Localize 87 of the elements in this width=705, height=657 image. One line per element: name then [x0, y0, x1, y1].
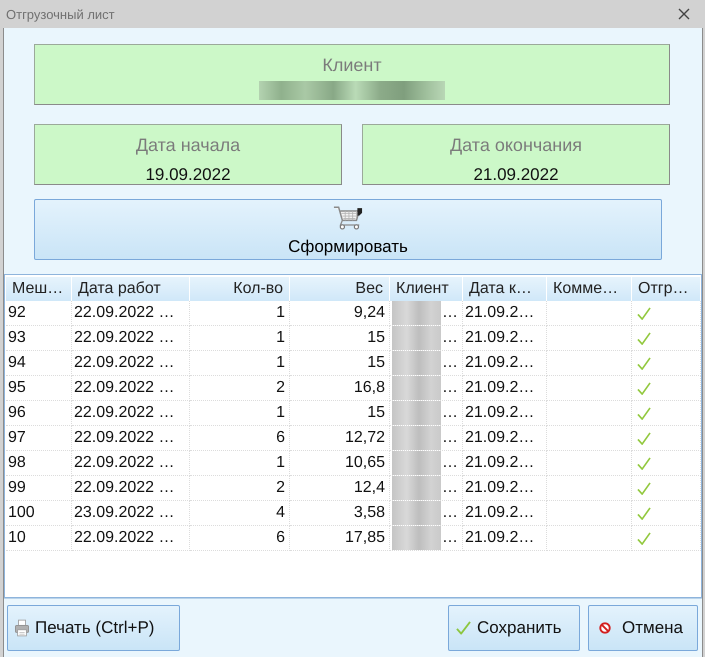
column-header[interactable]: Комме…: [547, 277, 632, 301]
column-header[interactable]: Меш…: [6, 277, 72, 301]
table-cell: 22.09.2022 …: [74, 454, 175, 472]
table-cell: …: [442, 454, 458, 472]
table-cell: 22.09.2022 …: [74, 379, 175, 397]
table-cell: 93: [8, 329, 26, 347]
table-cell: 21.09.2…: [465, 504, 534, 522]
table-cell: …: [442, 379, 458, 397]
date-label: Дата начала: [136, 135, 240, 155]
table-cell: 1: [276, 404, 285, 422]
printer-icon: [15, 619, 29, 637]
table-cell: 15: [367, 329, 385, 347]
table-cell: 1: [276, 454, 285, 472]
table-cell: 22.09.2022 …: [74, 529, 175, 547]
table-cell: 22.09.2022 …: [74, 304, 175, 322]
table-cell: 99: [8, 479, 26, 497]
table-cell: 21.09.2…: [465, 429, 534, 447]
date-panel[interactable]: Дата начала 19.09.2022: [34, 124, 342, 185]
checkmark-icon: [456, 621, 471, 635]
table-cell: 23.09.2022 …: [74, 504, 175, 522]
table-cell: 100: [8, 504, 35, 522]
table-cell: …: [442, 354, 458, 372]
save-button[interactable]: Сохранить: [448, 605, 580, 651]
date-value: 19.09.2022: [145, 165, 231, 185]
table-cell: 2: [276, 479, 285, 497]
client-panel[interactable]: Клиент: [34, 44, 670, 105]
table-cell: …: [442, 329, 458, 347]
table-cell: 21.09.2…: [465, 529, 534, 547]
table-cell: 12,72: [344, 429, 385, 447]
print-button[interactable]: Печать (Ctrl+P): [7, 605, 180, 651]
table-cell: 16,8: [354, 379, 385, 397]
table-cell: 6: [276, 429, 285, 447]
table-cell: 10: [8, 529, 26, 547]
table-cell: 12,4: [354, 479, 385, 497]
table-cell: 10,65: [344, 454, 385, 472]
date-panel[interactable]: Дата окончания 21.09.2022: [362, 124, 670, 185]
table-cell: 97: [8, 429, 26, 447]
table-cell: …: [442, 504, 458, 522]
table-cell: 98: [8, 454, 26, 472]
date-value: 21.09.2022: [473, 165, 559, 185]
table-cell: 1: [276, 304, 285, 322]
table-cell: 9,24: [354, 304, 385, 322]
table-cell: 22.09.2022 …: [74, 479, 175, 497]
close-button[interactable]: [677, 7, 691, 21]
form-button[interactable]: Сформировать: [34, 199, 662, 260]
table-cell: 22.09.2022 …: [74, 329, 175, 347]
table-cell: 17,85: [344, 529, 385, 547]
table-cell: 21.09.2…: [465, 404, 534, 422]
column-header[interactable]: Дата работ: [72, 277, 190, 301]
window-title: Отгрузочный лист: [6, 6, 115, 22]
table-cell: 2: [276, 379, 285, 397]
cancel-button[interactable]: Отмена: [588, 605, 698, 651]
table-cell: 4: [276, 504, 285, 522]
table-cell: 6: [276, 529, 285, 547]
table-cell: 22.09.2022 …: [74, 404, 175, 422]
table-cell: 21.09.2…: [465, 379, 534, 397]
column-header[interactable]: Дата к…: [463, 277, 547, 301]
no-entry-icon: [599, 622, 611, 634]
table-cell: 21.09.2…: [465, 354, 534, 372]
table-cell: 95: [8, 379, 26, 397]
table-cell: …: [442, 529, 458, 547]
column-header[interactable]: Отгр…: [632, 277, 701, 301]
table-cell: …: [442, 429, 458, 447]
date-label: Дата окончания: [450, 135, 582, 155]
table-cell: 96: [8, 404, 26, 422]
table-cell: 21.09.2…: [465, 454, 534, 472]
table-cell: 15: [367, 354, 385, 372]
column-header[interactable]: Клиент: [390, 277, 463, 301]
table-cell: 21.09.2…: [465, 479, 534, 497]
table-cell: 22.09.2022 …: [74, 429, 175, 447]
table-cell: …: [442, 404, 458, 422]
client-label: Клиент: [322, 55, 382, 75]
table-cell: …: [442, 304, 458, 322]
column-header[interactable]: Вес: [290, 277, 390, 301]
table-cell: 21.09.2…: [465, 304, 534, 322]
close-icon: [678, 8, 690, 20]
shopping-cart-icon: [333, 205, 363, 230]
table-cell: …: [442, 479, 458, 497]
column-header[interactable]: Кол-во: [190, 277, 290, 301]
table-cell: 1: [276, 354, 285, 372]
table-cell: 1: [276, 329, 285, 347]
table-cell: 21.09.2…: [465, 329, 534, 347]
table-cell: 22.09.2022 …: [74, 354, 175, 372]
table-cell: 92: [8, 304, 26, 322]
table-cell: 94: [8, 354, 26, 372]
table-cell: 3,58: [354, 504, 385, 522]
table-cell: 15: [367, 404, 385, 422]
